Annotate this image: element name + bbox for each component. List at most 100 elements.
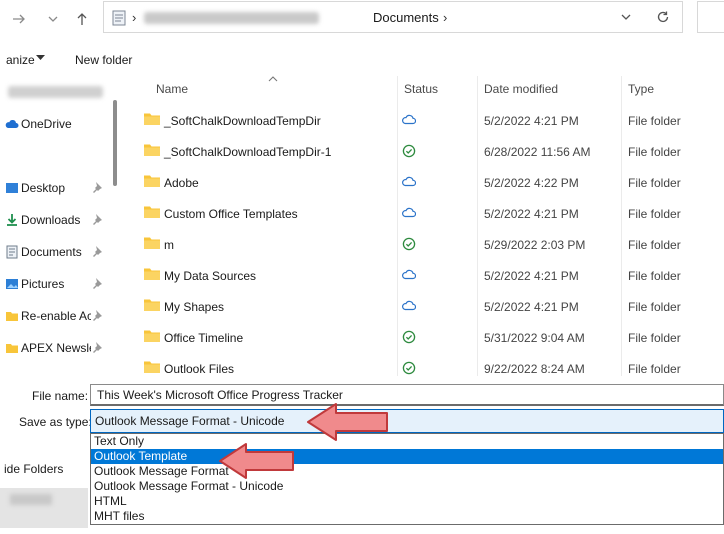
- folder-icon: [143, 266, 161, 285]
- annotation-arrow-icon: [219, 443, 294, 479]
- file-date-modified: 5/2/2022 4:21 PM: [484, 114, 579, 128]
- file-name: Custom Office Templates: [164, 207, 298, 221]
- synced-status-icon: [402, 237, 416, 254]
- nav-item-label: OneDrive: [21, 117, 72, 131]
- folder-icon: [143, 204, 161, 223]
- file-date-modified: 6/28/2022 11:56 AM: [484, 145, 591, 159]
- save-as-type-select[interactable]: Outlook Message Format - Unicode: [90, 409, 724, 433]
- pin-icon[interactable]: [91, 213, 103, 225]
- breadcrumb-separator: ›: [132, 10, 137, 25]
- annotation-arrow-icon: [307, 403, 388, 441]
- table-row[interactable]: Adobe 5/2/2022 4:22 PM File folder: [122, 167, 724, 198]
- file-name: My Data Sources: [164, 269, 257, 283]
- column-header-type[interactable]: Type: [628, 82, 654, 96]
- file-name: _SoftChalkDownloadTempDir-1: [164, 145, 332, 159]
- table-row[interactable]: Custom Office Templates 5/2/2022 4:21 PM F…: [122, 198, 724, 229]
- nav-item-downloads[interactable]: Downloads: [0, 209, 108, 231]
- refresh-icon[interactable]: [656, 10, 670, 24]
- nav-item-pictures[interactable]: Pictures: [0, 273, 108, 295]
- chevron-down-icon: [48, 16, 58, 22]
- redacted-breadcrumb: [144, 12, 319, 24]
- redacted-button: [10, 494, 52, 505]
- dropdown-option-text-only[interactable]: Text Only: [91, 434, 723, 449]
- address-bar-area: › Documents ›: [0, 0, 724, 40]
- redacted-nav-item: [8, 86, 103, 98]
- file-type: File folder: [628, 114, 681, 128]
- folder-icon: [143, 173, 161, 192]
- download-icon: [7, 214, 17, 226]
- nav-item-label: Desktop: [21, 181, 66, 195]
- dropdown-option-outlook-template[interactable]: Outlook Template: [91, 449, 723, 464]
- nav-item-label: APEX Newsle: [21, 341, 91, 355]
- folder-icon: [143, 142, 161, 161]
- caret-down-icon[interactable]: [36, 55, 45, 61]
- dropdown-option-outlook-message-format-unicode[interactable]: Outlook Message Format - Unicode: [91, 479, 723, 494]
- nav-item-documents[interactable]: Documents: [0, 241, 108, 263]
- table-row[interactable]: My Data Sources 5/2/2022 4:21 PM File fold…: [122, 260, 724, 291]
- column-header-date-modified[interactable]: Date modified: [484, 82, 558, 96]
- file-list: Name Status Date modified Type _SoftChal…: [122, 76, 724, 376]
- column-header-name[interactable]: Name: [156, 82, 188, 96]
- file-name-value: This Week's Microsoft Office Progress Tr…: [97, 388, 343, 402]
- cloud-status-icon: [402, 206, 417, 221]
- pictures-icon: [6, 279, 18, 289]
- file-type: File folder: [628, 269, 681, 283]
- dropdown-option-html[interactable]: HTML: [91, 494, 723, 509]
- nav-item-re-enable[interactable]: Re-enable Ac: [0, 305, 108, 327]
- folder-icon: [143, 297, 161, 316]
- forward-button[interactable]: [8, 8, 30, 30]
- cloud-status-icon: [402, 113, 417, 128]
- command-bar: anize New folder: [0, 44, 724, 74]
- file-name: My Shapes: [164, 300, 225, 314]
- file-date-modified: 9/22/2022 8:24 AM: [484, 362, 585, 376]
- folder-icon: [6, 344, 18, 353]
- organize-button[interactable]: anize: [6, 53, 35, 67]
- desktop-icon: [6, 183, 18, 193]
- file-date-modified: 5/2/2022 4:21 PM: [484, 207, 579, 221]
- save-as-type-label: Save as type:: [19, 415, 92, 429]
- pin-icon[interactable]: [91, 181, 103, 193]
- arrow-up-icon: [77, 13, 87, 25]
- save-as-type-dropdown: Text Only Outlook Template Outlook Messa…: [90, 433, 724, 525]
- pin-icon[interactable]: [91, 277, 103, 289]
- file-date-modified: 5/31/2022 9:04 AM: [484, 331, 585, 345]
- table-row[interactable]: _SoftChalkDownloadTempDir-1 6/28/2022 11:…: [122, 136, 724, 167]
- up-button[interactable]: [71, 8, 93, 30]
- hide-folders-button[interactable]: ide Folders: [4, 462, 63, 476]
- folder-icon: [143, 111, 161, 130]
- file-type: File folder: [628, 176, 681, 190]
- folder-icon: [143, 328, 161, 347]
- nav-item-onedrive[interactable]: OneDrive: [0, 113, 108, 135]
- nav-item-apex-newsletter[interactable]: APEX Newsle: [0, 337, 108, 359]
- breadcrumb-documents[interactable]: Documents: [373, 10, 439, 25]
- column-header-status[interactable]: Status: [404, 82, 438, 96]
- table-row[interactable]: m 5/29/2022 2:03 PM File folder: [122, 229, 724, 260]
- breadcrumb-separator[interactable]: ›: [443, 10, 447, 25]
- cloud-status-icon: [402, 175, 417, 190]
- pin-icon[interactable]: [91, 341, 103, 353]
- nav-scrollbar[interactable]: [113, 100, 117, 186]
- table-row[interactable]: My Shapes 5/2/2022 4:21 PM File folder: [122, 291, 724, 322]
- dropdown-option-outlook-message-format[interactable]: Outlook Message Format: [91, 464, 723, 479]
- save-as-type-value: Outlook Message Format - Unicode: [95, 414, 285, 428]
- chevron-down-icon[interactable]: [620, 11, 632, 23]
- new-folder-button[interactable]: New folder: [75, 53, 132, 67]
- table-row[interactable]: Office Timeline 5/31/2022 9:04 AM File fol…: [122, 322, 724, 353]
- folder-icon: [143, 359, 161, 376]
- nav-item-desktop[interactable]: Desktop: [0, 177, 108, 199]
- file-type: File folder: [628, 207, 681, 221]
- search-box[interactable]: [697, 1, 724, 33]
- dropdown-option-mht-files[interactable]: MHT files: [91, 509, 723, 524]
- document-icon: [112, 10, 126, 26]
- pin-icon[interactable]: [91, 309, 103, 321]
- save-form: File name: This Week's Microsoft Office …: [0, 376, 724, 534]
- address-bar[interactable]: › Documents ›: [103, 1, 683, 33]
- file-type: File folder: [628, 300, 681, 314]
- table-row[interactable]: _SoftChalkDownloadTempDir 5/2/2022 4:21 P…: [122, 105, 724, 136]
- pin-icon[interactable]: [91, 245, 103, 257]
- recent-locations-button[interactable]: [42, 8, 64, 30]
- file-name: Outlook Files: [164, 362, 235, 376]
- file-name-input[interactable]: This Week's Microsoft Office Progress Tr…: [90, 384, 724, 406]
- file-name: Office Timeline: [164, 331, 244, 345]
- table-row[interactable]: Outlook Files 9/22/2022 8:24 AM File folde…: [122, 353, 724, 376]
